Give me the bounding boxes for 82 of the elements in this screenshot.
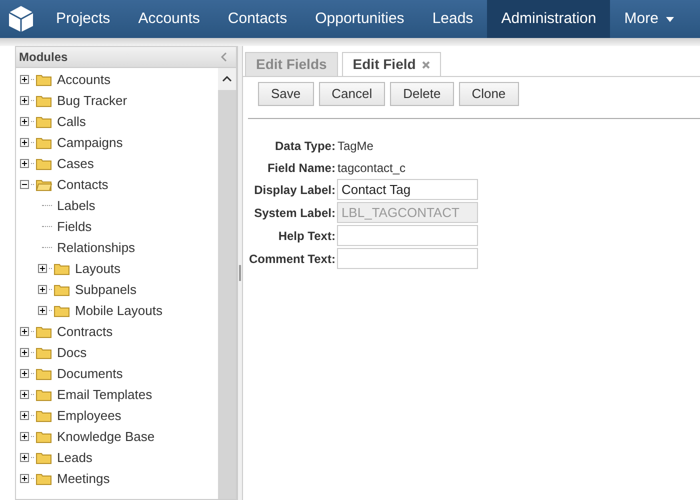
- collapse-toggle-icon[interactable]: [20, 180, 29, 189]
- tree-item[interactable]: Contacts: [57, 174, 108, 194]
- nav-tab[interactable]: Opportunities: [301, 0, 418, 38]
- tree-item[interactable]: Calls: [57, 112, 86, 132]
- folder-icon: [36, 368, 52, 380]
- nav-tab[interactable]: Administration: [487, 0, 610, 38]
- nav-tab[interactable]: Projects: [42, 0, 124, 38]
- action-button[interactable]: Clone: [458, 82, 519, 106]
- tree-item[interactable]: Cases: [57, 154, 94, 174]
- tree-item[interactable]: Docs: [57, 342, 87, 362]
- folder-icon: [36, 452, 52, 464]
- expand-toggle-icon[interactable]: [20, 327, 29, 336]
- folder-icon: [36, 136, 52, 148]
- folder-icon: [36, 388, 52, 400]
- tab[interactable]: Edit Field: [342, 52, 441, 76]
- folder-icon: [36, 346, 52, 358]
- field-value: TagMe: [337, 138, 374, 155]
- field-label: Help Text:: [277, 228, 336, 245]
- folder-icon: [36, 94, 52, 106]
- tree-item[interactable]: Accounts: [57, 70, 110, 90]
- tree-item[interactable]: Knowledge Base: [57, 426, 155, 446]
- field-label: Data Type:: [274, 138, 336, 155]
- tree-item[interactable]: Meetings: [57, 468, 110, 488]
- nav-tab[interactable]: More: [610, 0, 688, 38]
- tree-item[interactable]: Fields: [57, 216, 92, 236]
- expand-toggle-icon[interactable]: [20, 411, 29, 420]
- scroll-up-icon[interactable]: [222, 76, 232, 82]
- tree-item[interactable]: Contracts: [57, 322, 113, 342]
- tree-item[interactable]: Employees: [57, 406, 122, 426]
- nav-tab[interactable]: Accounts: [124, 0, 214, 38]
- expand-toggle-icon[interactable]: [38, 285, 47, 294]
- expand-toggle-icon[interactable]: [20, 117, 29, 126]
- folder-icon: [54, 262, 70, 274]
- expand-toggle-icon[interactable]: [20, 453, 29, 462]
- expand-toggle-icon[interactable]: [20, 159, 29, 168]
- scrollbar[interactable]: [218, 68, 236, 499]
- tree-item[interactable]: Campaigns: [57, 132, 123, 152]
- tree-item[interactable]: Layouts: [75, 258, 121, 278]
- action-button[interactable]: Cancel: [318, 82, 386, 106]
- field-label: Field Name:: [266, 160, 336, 177]
- tree-item[interactable]: Leads: [57, 448, 92, 468]
- open-folder-icon: [36, 178, 52, 190]
- expand-toggle-icon[interactable]: [20, 348, 29, 357]
- input-field[interactable]: [337, 248, 478, 269]
- expand-toggle-icon[interactable]: [20, 390, 29, 399]
- tree-item[interactable]: Email Templates: [57, 384, 152, 404]
- folder-icon: [54, 304, 70, 316]
- folder-icon: [36, 158, 52, 170]
- folder-icon: [36, 326, 52, 338]
- expand-toggle-icon[interactable]: [38, 306, 47, 315]
- nav-tab[interactable]: Contacts: [214, 0, 302, 38]
- expand-toggle-icon[interactable]: [20, 369, 29, 378]
- field-label: Comment Text:: [249, 251, 336, 268]
- input-field[interactable]: Contact Tag: [337, 179, 478, 200]
- action-button[interactable]: Delete: [390, 82, 454, 106]
- expand-toggle-icon[interactable]: [20, 96, 29, 105]
- folder-icon: [36, 116, 52, 128]
- expand-toggle-icon[interactable]: [38, 264, 47, 273]
- folder-icon: [36, 74, 52, 86]
- tree-item[interactable]: Documents: [57, 364, 123, 384]
- panel-title: Modules: [19, 49, 68, 66]
- cube-logo-icon[interactable]: [7, 5, 35, 33]
- expand-toggle-icon[interactable]: [20, 138, 29, 147]
- tree-item[interactable]: Relationships: [57, 238, 136, 258]
- field-value: tagcontact_c: [337, 160, 406, 177]
- expand-toggle-icon[interactable]: [20, 432, 29, 441]
- folder-icon: [36, 410, 52, 422]
- expand-toggle-icon[interactable]: [20, 75, 29, 84]
- action-button[interactable]: Save: [258, 82, 314, 106]
- input-field[interactable]: [337, 225, 478, 246]
- tree-item[interactable]: Bug Tracker: [57, 90, 128, 110]
- tree-item[interactable]: Labels: [57, 196, 96, 216]
- field-label: System Label:: [253, 205, 336, 222]
- folder-icon: [36, 472, 52, 484]
- tree-item[interactable]: Mobile Layouts: [75, 300, 162, 320]
- field-label: Display Label:: [253, 182, 336, 199]
- nav-tab[interactable]: Leads: [418, 0, 488, 38]
- folder-icon: [36, 430, 52, 442]
- close-icon[interactable]: [422, 60, 430, 68]
- expand-toggle-icon[interactable]: [20, 474, 29, 483]
- tree-item[interactable]: Subpanels: [75, 280, 136, 300]
- folder-icon: [54, 284, 70, 296]
